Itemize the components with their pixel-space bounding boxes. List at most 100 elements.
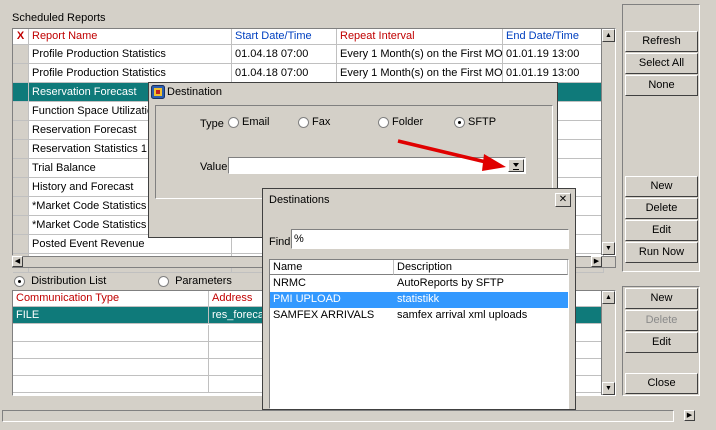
header-report-name[interactable]: Report Name [29,29,232,45]
row-selector[interactable] [13,83,29,102]
refresh-label: Refresh [642,35,681,47]
annotation-arrow-icon [397,139,506,171]
type-label: Type [200,118,224,130]
destination-name: NRMC [273,277,306,289]
cell-name[interactable]: Profile Production Statistics [29,45,232,64]
row-selector[interactable] [13,45,29,64]
radio-indicator[interactable] [228,116,239,128]
refresh-button[interactable]: Refresh [625,31,698,52]
window-scroll-right-icon[interactable]: ▶ [684,410,695,421]
list-item[interactable]: NRMC AutoReports by SFTP [270,276,568,292]
header-start-datetime[interactable]: Start Date/Time [232,29,337,45]
header-communication-type[interactable]: Communication Type [13,291,209,307]
type-option-fax[interactable]: Fax [298,116,330,128]
new-report-button[interactable]: New [625,176,698,197]
destination-title: Destination [167,86,223,98]
header-name[interactable]: Name [270,260,394,275]
row-selector[interactable] [13,102,29,121]
delete-communication-label: Delete [645,314,678,326]
parameters-radio-indicator[interactable] [158,275,169,287]
new-report-label: New [650,180,673,192]
scroll-left-icon[interactable]: ◀ [12,256,23,267]
cell-start[interactable]: 01.04.18 07:00 [232,64,337,83]
type-option-email[interactable]: Email [228,116,270,128]
cell-type[interactable]: FILE [13,307,209,324]
row-selector[interactable] [13,178,29,197]
scroll-down-icon[interactable]: ▼ [602,242,615,255]
type-option-label: SFTP [468,116,497,128]
report-buttons-group: Refresh Select All None New Delete Edit … [622,4,700,272]
destinations-popup: Destinations ✕ Find % Name Description N… [262,188,576,410]
destinations-title: Destinations [269,194,330,206]
cell-end[interactable]: 01.01.19 13:00 [503,64,604,83]
comm-scroll-down-icon[interactable]: ▼ [602,382,615,395]
destination-name: SAMFEX ARRIVALS [273,309,375,321]
new-communication-button[interactable]: New [625,288,698,309]
status-area [2,410,674,422]
row-selector[interactable] [13,121,29,140]
none-label: None [648,79,675,91]
app-icon [151,85,165,99]
select-all-button[interactable]: Select All [625,53,698,74]
button-panel: Refresh Select All None New Delete Edit … [622,0,700,410]
row-selector[interactable] [13,235,29,254]
type-option-label: Folder [392,116,424,128]
cell-start[interactable]: 01.04.18 07:00 [232,45,337,64]
close-icon[interactable]: ✕ [555,193,571,207]
edit-report-button[interactable]: Edit [625,220,698,241]
header-x[interactable]: X [13,29,29,45]
destinations-titlebar[interactable]: Destinations [263,189,575,211]
run-now-button[interactable]: Run Now [625,242,698,263]
row-selector[interactable] [13,197,29,216]
value-label: Value [200,161,228,173]
none-button[interactable]: None [625,75,698,96]
panel-title: Scheduled Reports [12,12,106,24]
parameters-radio[interactable]: Parameters [158,275,232,287]
cell-repeat[interactable]: Every 1 Month(s) on the First MON,TUE,WE… [337,45,503,64]
type-option-folder[interactable]: Folder [378,116,423,128]
select-all-label: Select All [638,57,685,69]
parameters-label: Parameters [175,275,232,287]
radio-indicator[interactable] [378,116,389,128]
comm-vertical-scrollbar[interactable]: ▲ ▼ [601,291,615,395]
close-label: Close [647,377,676,389]
radio-indicator[interactable] [454,116,465,128]
cell-repeat[interactable]: Every 1 Month(s) on the First MON,TUE,WE… [337,64,503,83]
type-option-label: Fax [312,116,331,128]
distribution-list-radio[interactable]: Distribution List [14,275,106,287]
edit-communication-label: Edit [652,336,671,348]
table-row[interactable]: Profile Production Statistics 01.04.18 07… [13,45,604,64]
scroll-right-icon[interactable]: ▶ [591,256,602,267]
edit-report-label: Edit [652,224,671,236]
header-repeat-interval[interactable]: Repeat Interval [337,29,503,45]
destination-titlebar[interactable]: Destination [149,83,557,101]
radio-indicator[interactable] [298,116,309,128]
row-selector[interactable] [13,159,29,178]
distribution-list-label: Distribution List [31,275,107,287]
close-button[interactable]: Close [625,373,698,394]
destinations-list: Name Description NRMC AutoReports by SFTP… [269,259,569,409]
header-description[interactable]: Description [394,260,568,275]
distribution-list-radio-indicator[interactable] [14,275,25,287]
cell-name[interactable]: Profile Production Statistics [29,64,232,83]
row-selector[interactable] [13,216,29,235]
row-selector[interactable] [13,140,29,159]
comm-scroll-up-icon[interactable]: ▲ [602,291,615,304]
type-option-sftp[interactable]: SFTP [454,116,496,128]
run-now-label: Run Now [638,246,685,258]
list-item[interactable]: SAMFEX ARRIVALS samfex arrival xml upload… [270,308,568,324]
row-selector[interactable] [13,64,29,83]
delete-report-button[interactable]: Delete [625,198,698,219]
header-end-datetime[interactable]: End Date/Time [503,29,604,45]
edit-communication-button[interactable]: Edit [625,332,698,353]
table-row[interactable]: Profile Production Statistics 01.04.18 07… [13,64,604,83]
cell-end[interactable]: 01.01.19 13:00 [503,45,604,64]
new-communication-label: New [650,292,673,304]
find-input[interactable]: % [291,229,569,249]
type-option-label: Email [242,116,270,128]
communication-buttons-group: New Delete Edit Close [622,286,700,396]
scroll-up-icon[interactable]: ▲ [602,29,615,42]
list-item[interactable]: PMI UPLOAD statistikk [270,292,568,308]
delete-communication-button[interactable]: Delete [625,310,698,331]
reports-vertical-scrollbar[interactable]: ▲ ▼ [601,29,615,255]
